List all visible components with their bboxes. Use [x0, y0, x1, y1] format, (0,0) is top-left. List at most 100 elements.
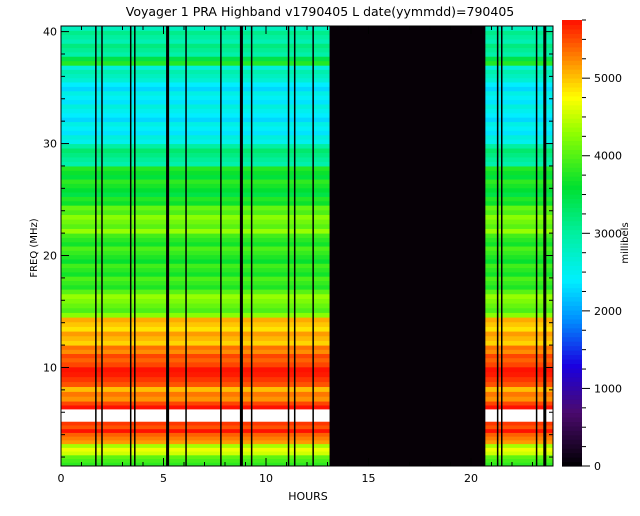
colorbar-swatch	[562, 118, 582, 124]
dropout-line	[220, 26, 222, 466]
colorbar-swatch	[562, 381, 582, 387]
colorbar-swatch	[562, 60, 582, 66]
colorbar-swatch	[562, 314, 582, 320]
colorbar-swatch	[562, 425, 582, 431]
colorbar-swatch	[562, 207, 582, 213]
x-axis-label: HOURS	[288, 490, 328, 503]
colorbar-tick-label: 3000	[594, 227, 622, 240]
colorbar-swatch	[562, 376, 582, 382]
colorbar-swatch	[562, 131, 582, 137]
colorbar-swatch	[562, 162, 582, 168]
colorbar-swatch	[562, 100, 582, 106]
colorbar-swatch	[562, 37, 582, 43]
colorbar-swatch	[562, 185, 582, 191]
colorbar-swatch	[562, 385, 582, 391]
y-tick-label: 10	[43, 361, 57, 374]
colorbar-swatch	[562, 305, 582, 311]
colorbar-swatch	[562, 292, 582, 298]
colorbar-swatch	[562, 135, 582, 142]
colorbar-swatch	[562, 153, 582, 159]
colorbar-swatch	[562, 269, 582, 275]
y-axis-label: FREQ (MHz)	[29, 218, 40, 277]
colorbar-swatch	[562, 394, 582, 400]
colorbar-swatch	[562, 408, 582, 414]
colorbar-swatch	[562, 238, 582, 244]
colorbar-swatch	[562, 448, 582, 454]
colorbar-swatch	[562, 42, 582, 48]
x-tick-label: 10	[259, 472, 273, 485]
colorbar-swatch	[562, 176, 582, 182]
colorbar-swatch	[562, 443, 582, 449]
colorbar-swatch	[562, 167, 582, 173]
y-tick-label: 20	[43, 250, 57, 263]
colorbar-swatch	[562, 421, 582, 427]
dropout-line	[535, 26, 538, 466]
dropout-line	[134, 26, 136, 466]
colorbar-swatch	[562, 278, 582, 284]
colorbar-swatch	[562, 127, 582, 133]
colorbar-swatch	[562, 350, 582, 356]
colorbar-swatch	[562, 55, 582, 61]
x-tick-label: 5	[160, 472, 167, 485]
colorbar-swatch	[562, 113, 582, 119]
colorbar-swatch	[562, 287, 582, 293]
colorbar-swatch	[562, 416, 582, 422]
colorbar-swatch	[562, 274, 582, 280]
y-tick-label: 30	[43, 138, 57, 151]
colorbar-swatch	[562, 327, 582, 333]
dropout-line	[496, 26, 499, 466]
colorbar-swatch	[562, 144, 582, 150]
colorbar-swatch	[562, 300, 582, 307]
dropout-line	[312, 26, 314, 466]
colorbar-swatch	[562, 251, 582, 257]
colorbar-tick-label: 1000	[594, 382, 622, 395]
colorbar-swatch	[562, 390, 582, 396]
dropout-line	[543, 26, 547, 466]
colorbar-tick-label: 0	[594, 460, 601, 473]
y-tick-label: 40	[43, 26, 57, 39]
colorbar-swatch	[562, 95, 582, 101]
colorbar-swatch	[562, 33, 582, 39]
colorbar-swatch	[562, 265, 582, 271]
colorbar-swatch	[562, 189, 582, 195]
colorbar-swatch	[562, 225, 582, 231]
colorbar-swatch	[562, 247, 582, 253]
colorbar-swatch	[562, 122, 582, 128]
colorbar-swatch	[562, 457, 582, 463]
colorbar-swatch	[562, 309, 582, 315]
colorbar-swatch	[562, 399, 582, 405]
colorbar-swatch	[562, 234, 582, 240]
data-gap	[329, 26, 486, 466]
colorbar-swatch	[562, 69, 582, 75]
colorbar-swatch	[562, 430, 582, 436]
colorbar-swatch	[562, 372, 582, 378]
colorbar-swatch	[562, 363, 582, 369]
colorbar-swatch	[562, 220, 582, 226]
colorbar-swatch	[562, 358, 582, 365]
colorbar-swatch	[562, 434, 582, 440]
colorbar-swatch	[562, 73, 582, 79]
dropout-line	[185, 26, 187, 466]
colorbar-swatch	[562, 149, 582, 155]
colorbar-swatch	[562, 104, 582, 110]
colorbar-swatch	[562, 296, 582, 302]
colorbar-swatch	[562, 243, 582, 249]
colorbar-swatch	[562, 193, 582, 199]
chart-title: Voyager 1 PRA Highband v1790405 L date(y…	[126, 4, 514, 19]
colorbar-swatch	[562, 412, 582, 418]
colorbar-swatch	[562, 439, 582, 445]
x-tick-label: 0	[58, 472, 65, 485]
dropout-line	[501, 26, 503, 466]
colorbar-swatch	[562, 256, 582, 262]
colorbar-swatch	[562, 332, 582, 338]
colorbar-swatch	[562, 336, 582, 342]
colorbar-swatch	[562, 283, 582, 289]
colorbar-swatch	[562, 461, 582, 467]
colorbar-swatch	[562, 109, 582, 115]
dropout-line	[250, 26, 253, 466]
dropout-line	[95, 26, 97, 466]
colorbar-tick-label: 5000	[594, 72, 622, 85]
spectrogram-figure: Voyager 1 PRA Highband v1790405 L date(y…	[0, 0, 640, 512]
colorbar: 0 1000 2000 3000 4000 5000	[562, 19, 622, 473]
colorbar-swatch	[562, 216, 582, 222]
